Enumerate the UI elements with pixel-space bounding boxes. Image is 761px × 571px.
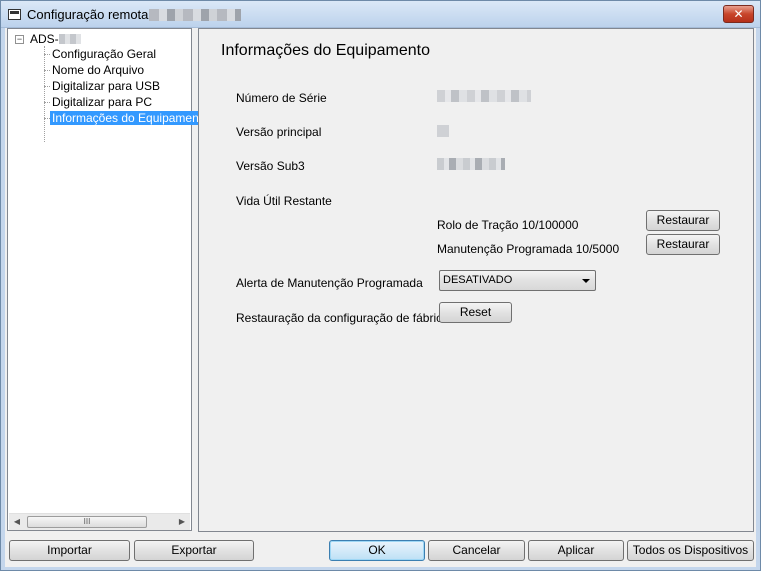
tree-item-scan-to-pc[interactable]: Digitalizar para PC — [44, 94, 154, 110]
window-title: Configuração remota - — [27, 7, 157, 22]
redacted-device-name — [149, 9, 241, 21]
scheduled-maintenance-label: Manutenção Programada 10/5000 — [437, 242, 620, 256]
settings-tree: − ADS- Configuração Geral Nome do Arquiv… — [7, 28, 211, 531]
redacted-model — [58, 34, 81, 44]
all-devices-button[interactable]: Todos os Dispositivos — [627, 540, 754, 561]
tree-item-scan-to-usb[interactable]: Digitalizar para USB — [44, 78, 162, 94]
maintenance-alert-select[interactable]: DESATIVADO — [439, 270, 596, 291]
apply-button[interactable]: Aplicar — [528, 540, 624, 561]
tree-item-label: Nome do Arquivo — [52, 63, 145, 77]
maintenance-alert-label: Alerta de Manutenção Programada — [236, 276, 423, 290]
page-title: Informações do Equipamento — [221, 42, 431, 59]
sub3-version-label: Versão Sub3 — [236, 159, 305, 173]
horizontal-scrollbar[interactable]: ◀ III ▶ — [9, 513, 190, 530]
restore-scheduled-maintenance-button[interactable]: Restaurar — [646, 234, 720, 255]
scroll-left-icon[interactable]: ◀ — [12, 517, 22, 527]
remote-config-window: Configuração remota - ✕ − ADS- Configura… — [0, 0, 761, 571]
scroll-thumb[interactable]: III — [27, 516, 147, 528]
tree-root-label: ADS- — [30, 32, 59, 46]
export-button[interactable]: Exportar — [134, 540, 254, 561]
ok-button[interactable]: OK — [329, 540, 425, 561]
maintenance-alert-value: DESATIVADO — [443, 274, 513, 286]
tree-item-label: Informações do Equipamento — [50, 111, 211, 125]
collapse-icon[interactable]: − — [15, 35, 24, 44]
title-bar[interactable]: Configuração remota - ✕ — [1, 1, 760, 28]
factory-reset-label: Restauração da configuração de fábrica — [236, 311, 449, 325]
remaining-life-label: Vida Útil Restante — [236, 194, 332, 208]
tree-item-file-name[interactable]: Nome do Arquivo — [44, 62, 146, 78]
dropdown-arrow-icon — [582, 279, 590, 283]
tree-item-label: Configuração Geral — [52, 47, 157, 61]
traction-roll-label: Rolo de Tração 10/100000 — [437, 218, 579, 232]
redacted-main-version-value — [437, 125, 449, 137]
tree-root-device[interactable]: ADS- — [30, 32, 81, 46]
tree-item-label: Digitalizar para USB — [52, 79, 161, 93]
tree-item-general-config[interactable]: Configuração Geral — [44, 46, 158, 62]
cancel-button[interactable]: Cancelar — [428, 540, 525, 561]
equipment-info-panel: Informações do Equipamento Número de Sér… — [198, 28, 754, 532]
close-button[interactable]: ✕ — [723, 5, 754, 23]
window-client-area: − ADS- Configuração Geral Nome do Arquiv… — [5, 28, 756, 567]
printer-app-icon — [8, 9, 21, 20]
restore-traction-roll-button[interactable]: Restaurar — [646, 210, 720, 231]
factory-reset-button[interactable]: Reset — [439, 302, 512, 323]
redacted-serial-value — [437, 90, 531, 102]
tree-item-label: Digitalizar para PC — [52, 95, 153, 109]
serial-number-label: Número de Série — [236, 91, 327, 105]
tree-item-equipment-info[interactable]: Informações do Equipamento — [44, 110, 211, 126]
redacted-sub3-version-value — [437, 158, 505, 170]
import-button[interactable]: Importar — [9, 540, 130, 561]
main-version-label: Versão principal — [236, 125, 322, 139]
scroll-right-icon[interactable]: ▶ — [177, 517, 187, 527]
